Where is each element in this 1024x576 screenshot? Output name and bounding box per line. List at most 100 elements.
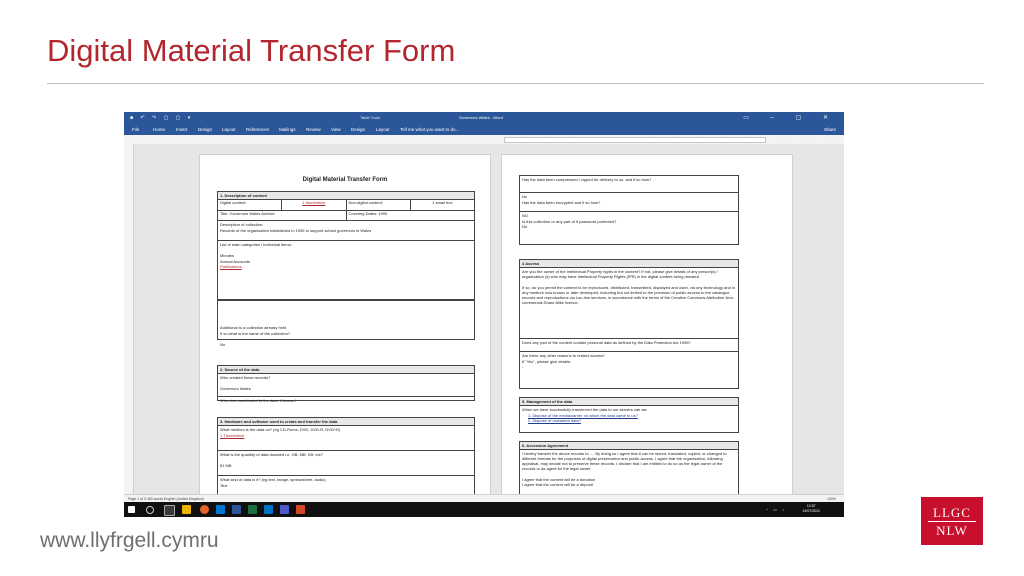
agreement-text: I hereby transfer the above records to .…	[522, 451, 727, 471]
digital-content-label: Digital content:	[220, 200, 247, 205]
table-section-4[interactable]: 4 Access Are you the owner of the Intell…	[519, 259, 739, 389]
tab-references[interactable]: References	[246, 127, 269, 132]
medium-answer: 1 Thumbdrive	[220, 432, 245, 438]
password-row: NO Is this collection or any part of it …	[520, 212, 738, 231]
ruler-scale: · · · · · · · · · · · · · · · · · · · · …	[504, 137, 844, 143]
taskbar-clock[interactable]: 12:57 14/07/2021	[802, 504, 820, 514]
slide-title: Digital Material Transfer Form	[47, 33, 456, 68]
powerpoint-icon[interactable]	[296, 505, 305, 514]
section-2-heading: 2. Source of the data	[218, 366, 474, 374]
section-5-heading: 5. Management of the data	[520, 398, 738, 406]
who-else-row: Who else contributed to the data, if kno…	[218, 397, 474, 405]
kind-row: What kind of data is it? (eg text, image…	[218, 476, 474, 489]
table-section-5[interactable]: 5. Management of the data When we have s…	[519, 397, 739, 433]
personal-data-question: Does any part of the content contain per…	[522, 340, 691, 345]
compressed-row: Has the data been compressed / zipped fo…	[520, 176, 738, 193]
tell-me-box[interactable]: Tell me what you want to do...	[400, 127, 459, 132]
restrict-access-row: Are there any other reasons to restrict …	[520, 352, 738, 371]
file-explorer-icon[interactable]	[182, 505, 191, 514]
restrict-answer: -	[522, 364, 524, 369]
tab-layout[interactable]: Layout	[222, 127, 236, 132]
who-created-row: Who created these records? Governors Wal…	[218, 374, 474, 397]
tab-mailings[interactable]: Mailings	[279, 127, 296, 132]
word-title-bar: ■ ↶ ↷ ▢ ▢ ▾ Table Tools Governors Wales …	[124, 112, 844, 124]
tab-file[interactable]: File	[132, 127, 139, 132]
excel-icon[interactable]	[248, 505, 257, 514]
outlook-icon[interactable]	[264, 505, 273, 514]
digital-content-value: 1 thumbdrive	[302, 200, 326, 205]
word-screenshot: ■ ↶ ↷ ▢ ▢ ▾ Table Tools Governors Wales …	[124, 112, 844, 517]
kind-answer: Text	[220, 482, 228, 488]
management-option-2[interactable]: 2. Dispose of unwanted data?	[522, 418, 736, 424]
table-section-2[interactable]: 2. Source of the data Who created these …	[217, 365, 475, 403]
word-icon[interactable]	[232, 505, 241, 514]
additional-collection-box[interactable]: Additional to a collection already held …	[217, 300, 475, 347]
share-button[interactable]: Share	[824, 127, 836, 132]
windows-taskbar: ^ ▭ ♪ 12:57 14/07/2021	[124, 502, 844, 517]
who-else-question: Who else contributed to the data, if kno…	[220, 398, 297, 403]
status-info: Page 1 of 3 460 words English (United Ki…	[128, 497, 204, 501]
llgc-nlw-logo: LLGC NLW	[921, 497, 983, 545]
system-tray-icons[interactable]: ^ ▭ ♪	[766, 507, 786, 512]
table-section-1[interactable]: 1. Description of content Digital conten…	[217, 191, 475, 300]
categories-row: List of main categories / individual ite…	[218, 241, 474, 293]
mail-icon[interactable]	[216, 505, 225, 514]
search-icon[interactable]	[146, 506, 154, 514]
firefox-icon[interactable]	[200, 505, 209, 514]
section-4-heading: 4 Access	[520, 260, 738, 268]
section-3-heading: 3. Hardware and software used to create …	[218, 418, 474, 426]
document-page-1[interactable]: Digital Material Transfer Form 1. Descri…	[199, 154, 491, 496]
section-6-heading: 6. Accession Agreement	[520, 442, 738, 450]
tab-insert[interactable]: Insert	[176, 127, 187, 132]
tab-table-layout[interactable]: Layout	[376, 127, 390, 132]
medium-row: What medium is the data on? (eg CD-Roms,…	[218, 426, 474, 451]
description-value: Records of the organisation established …	[220, 227, 372, 233]
ipr-question: Are you the owner of the Intellectual Pr…	[522, 269, 718, 279]
additional-collection-row: Additional to a collection already held …	[218, 301, 474, 348]
personal-data-row: Does any part of the content contain per…	[520, 339, 738, 352]
logo-line-1: LLGC	[933, 504, 971, 520]
encrypted-question: Has the data been encrypted and if so ho…	[522, 199, 601, 205]
quantity-row: What is the quantity of data donated i.e…	[218, 451, 474, 476]
document-page-2[interactable]: Has the data been compressed / zipped fo…	[501, 154, 793, 496]
additional-answer: No	[220, 341, 226, 347]
task-view-icon[interactable]	[164, 505, 175, 516]
password-answer: No	[522, 224, 528, 229]
who-created-answer: Governors Wales	[220, 386, 251, 391]
table-section-6[interactable]: 6. Accession Agreement I hereby transfer…	[519, 441, 739, 495]
ruler-marks: · · · · · · · · · · · · · · · · · · · · …	[505, 137, 844, 141]
document-title: Governors Wales - Word	[459, 115, 503, 120]
content-row: Digital content: 1 thumbdrive Non-digita…	[218, 200, 474, 211]
table-section-3[interactable]: 3. Hardware and software used to create …	[217, 417, 475, 495]
covering-dates-field: Covering Dates: 1995	[348, 211, 388, 216]
logo-line-2: NLW	[936, 522, 968, 538]
quantity-answer: 81 MB	[220, 463, 232, 468]
tab-table-design[interactable]: Design	[351, 127, 365, 132]
document-canvas: Digital Material Transfer Form 1. Descri…	[134, 144, 844, 496]
tab-design[interactable]: Design	[198, 127, 212, 132]
vertical-ruler[interactable]	[124, 144, 134, 494]
table-data-questions[interactable]: Has the data been compressed / zipped fo…	[519, 175, 739, 245]
teams-icon[interactable]	[280, 505, 289, 514]
footer-url: www.llyfrgell.cymru	[40, 529, 219, 552]
tab-review[interactable]: Review	[306, 127, 321, 132]
zoom-level[interactable]: 100%	[827, 497, 836, 501]
section-1-heading: 1. Description of content	[218, 192, 474, 200]
deposit-statement: I agree that the content will be a depos…	[522, 482, 593, 487]
management-row: When we have successfully transferred th…	[520, 406, 738, 425]
nondigital-content-label: Non-digital content:	[348, 200, 383, 205]
tab-home[interactable]: Home	[153, 127, 165, 132]
window-controls[interactable]: ▭ – ▢ ✕	[743, 114, 838, 121]
compressed-question: Has the data been compressed / zipped fo…	[522, 177, 652, 182]
clock-date: 14/07/2021	[802, 509, 820, 513]
title-divider	[47, 83, 984, 84]
tab-view[interactable]: View	[331, 127, 341, 132]
table-tools-label: Table Tools	[360, 115, 380, 120]
permit-question: If so, do you permit the content to be r…	[522, 284, 736, 305]
description-row: Description of collection: Records of th…	[218, 221, 474, 241]
quick-access-icons[interactable]: ■ ↶ ↷ ▢ ▢ ▾	[130, 115, 193, 121]
title-row: Title: Governors Wales Archive Covering …	[218, 211, 474, 221]
encrypted-row: No Has the data been encrypted and if so…	[520, 193, 738, 212]
ribbon-tabs: File Home Insert Design Layout Reference…	[124, 124, 844, 135]
windows-start-icon[interactable]	[128, 506, 135, 513]
